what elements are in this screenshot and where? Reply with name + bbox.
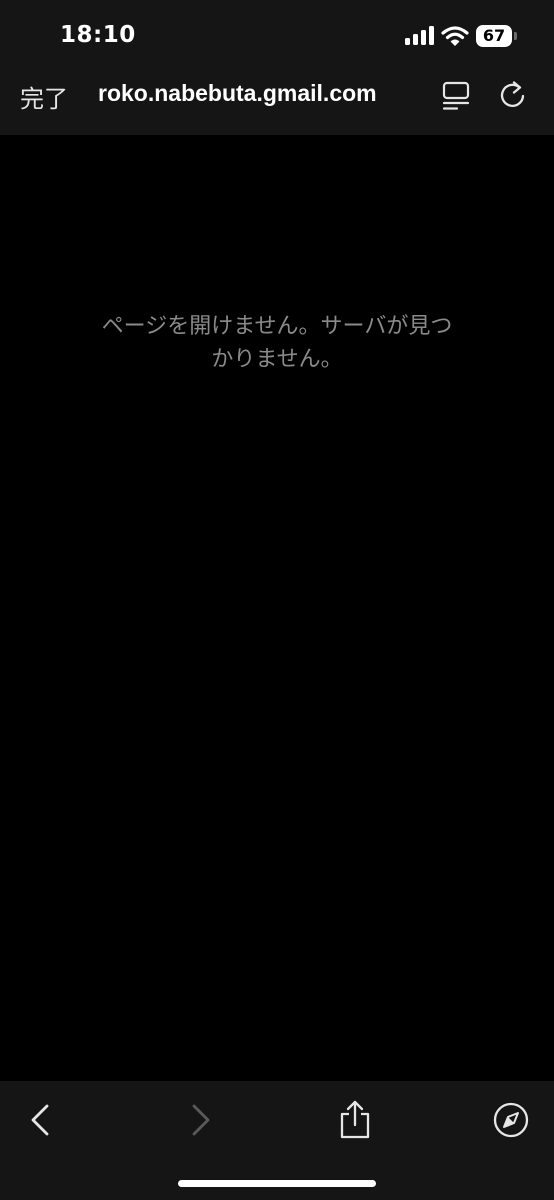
chevron-right-icon[interactable] xyxy=(180,1100,220,1140)
top-bar xyxy=(0,0,554,135)
reader-mode-icon[interactable] xyxy=(441,81,471,111)
chevron-left-icon[interactable] xyxy=(20,1100,60,1140)
share-icon[interactable] xyxy=(335,1100,375,1140)
error-message: ページを開けません。サーバが見つ かりません。 xyxy=(60,310,494,376)
battery-tip xyxy=(514,32,517,40)
error-message-line: かりません。 xyxy=(211,347,343,372)
signal-icon xyxy=(405,26,434,45)
home-indicator xyxy=(178,1180,376,1187)
reload-icon[interactable] xyxy=(498,81,528,111)
compass-icon[interactable] xyxy=(491,1100,531,1140)
web-content-area: ページを開けません。サーバが見つ かりません。 xyxy=(0,135,554,1081)
battery-level: 67 xyxy=(476,25,512,47)
wifi-icon xyxy=(441,26,469,46)
battery-indicator: 67 xyxy=(476,25,518,47)
error-message-line: ページを開けません。サーバが見つ xyxy=(101,314,453,339)
done-button[interactable]: 完了 xyxy=(20,79,68,114)
status-time: 18:10 xyxy=(60,22,136,48)
page-url-title: roko.nabebuta.gmail.com xyxy=(98,80,377,106)
